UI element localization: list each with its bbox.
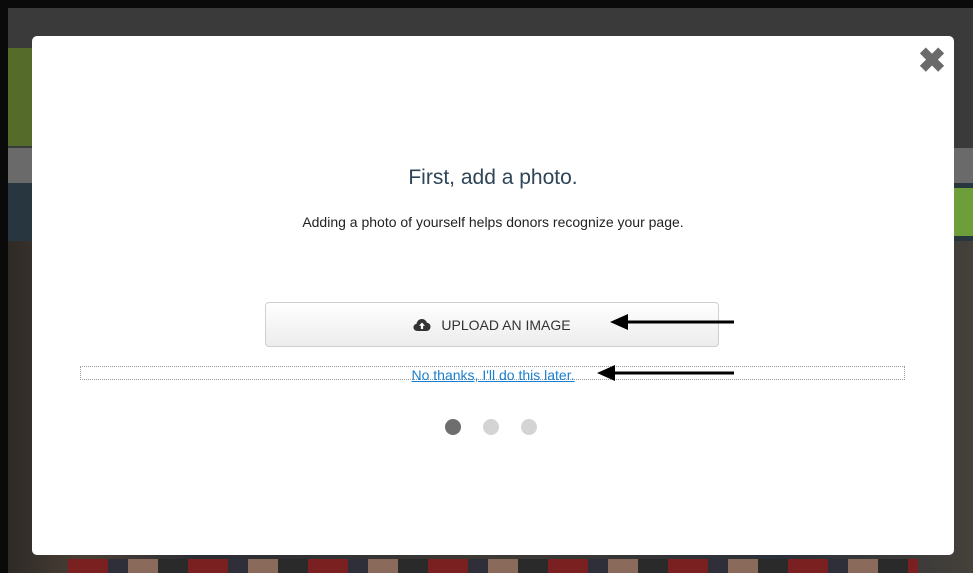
step-dot-2 bbox=[483, 419, 499, 435]
modal-subtitle: Adding a photo of yourself helps donors … bbox=[302, 214, 684, 230]
annotation-arrow-skip bbox=[597, 365, 734, 381]
step-dot-1 bbox=[445, 419, 461, 435]
add-photo-modal bbox=[32, 36, 954, 555]
annotation-arrow-upload bbox=[610, 314, 734, 330]
upload-image-label: UPLOAD AN IMAGE bbox=[441, 316, 571, 333]
cloud-upload-icon bbox=[413, 318, 431, 332]
modal-title: First, add a photo. bbox=[408, 166, 578, 189]
background-photo-detail bbox=[68, 559, 918, 573]
close-icon[interactable]: ✖ bbox=[917, 44, 947, 78]
skip-for-later-link[interactable]: No thanks, I'll do this later. bbox=[412, 367, 575, 383]
step-indicator bbox=[445, 419, 537, 435]
step-dot-3 bbox=[521, 419, 537, 435]
